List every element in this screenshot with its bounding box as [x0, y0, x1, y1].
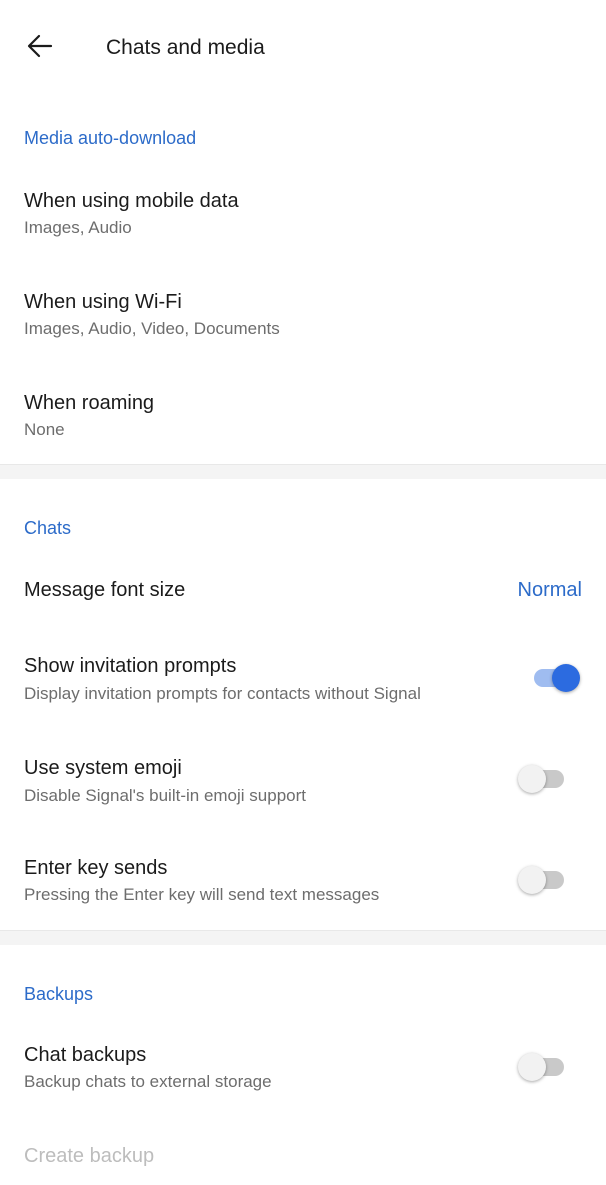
app-bar: Chats and media	[0, 0, 606, 96]
setting-title: Use system emoji	[24, 757, 182, 779]
setting-title: When using Wi-Fi	[24, 291, 182, 313]
setting-chat-backups[interactable]: Chat backups Backup chats to external st…	[0, 1027, 606, 1117]
setting-subtitle: Images, Audio, Video, Documents	[24, 319, 280, 338]
setting-title: Enter key sends	[24, 857, 168, 879]
chat-backups-toggle[interactable]	[518, 1052, 570, 1082]
section-header-chats: Chats	[24, 518, 72, 538]
setting-subtitle: Disable Signal's built-in emoji support	[24, 786, 306, 805]
setting-subtitle: Display invitation prompts for contacts …	[24, 684, 421, 703]
setting-title: When roaming	[24, 392, 155, 414]
setting-mobile-data[interactable]: When using mobile data Images, Audio	[0, 172, 606, 262]
section-divider	[0, 930, 606, 945]
system-emoji-toggle[interactable]	[518, 764, 570, 794]
setting-subtitle: None	[24, 420, 65, 439]
setting-invitation-prompts[interactable]: Show invitation prompts Display invitati…	[0, 638, 606, 728]
setting-roaming[interactable]: When roaming None	[0, 374, 606, 464]
setting-title: Show invitation prompts	[24, 655, 237, 677]
setting-system-emoji[interactable]: Use system emoji Disable Signal's built-…	[0, 740, 606, 830]
back-button[interactable]	[16, 26, 64, 70]
invitation-prompts-toggle[interactable]	[528, 663, 580, 693]
setting-enter-key-sends[interactable]: Enter key sends Pressing the Enter key w…	[0, 841, 606, 931]
setting-message-font-size[interactable]: Message font size Normal	[0, 560, 606, 620]
setting-subtitle: Pressing the Enter key will send text me…	[24, 885, 380, 904]
setting-subtitle: Backup chats to external storage	[24, 1072, 272, 1091]
section-header-media: Media auto-download	[24, 128, 197, 148]
setting-subtitle: Images, Audio	[24, 218, 132, 237]
setting-wifi[interactable]: When using Wi-Fi Images, Audio, Video, D…	[0, 273, 606, 363]
setting-title: When using mobile data	[24, 190, 239, 212]
page-title: Chats and media	[106, 36, 265, 59]
back-arrow-icon	[26, 32, 54, 65]
enter-key-sends-toggle[interactable]	[518, 865, 570, 895]
setting-create-backup: Create backup	[0, 1128, 606, 1185]
section-divider	[0, 464, 606, 479]
setting-title: Chat backups	[24, 1044, 147, 1066]
setting-title: Create backup	[24, 1145, 155, 1167]
setting-value: Normal	[517, 579, 582, 601]
setting-title: Message font size	[24, 579, 186, 601]
section-header-backups: Backups	[24, 984, 94, 1004]
